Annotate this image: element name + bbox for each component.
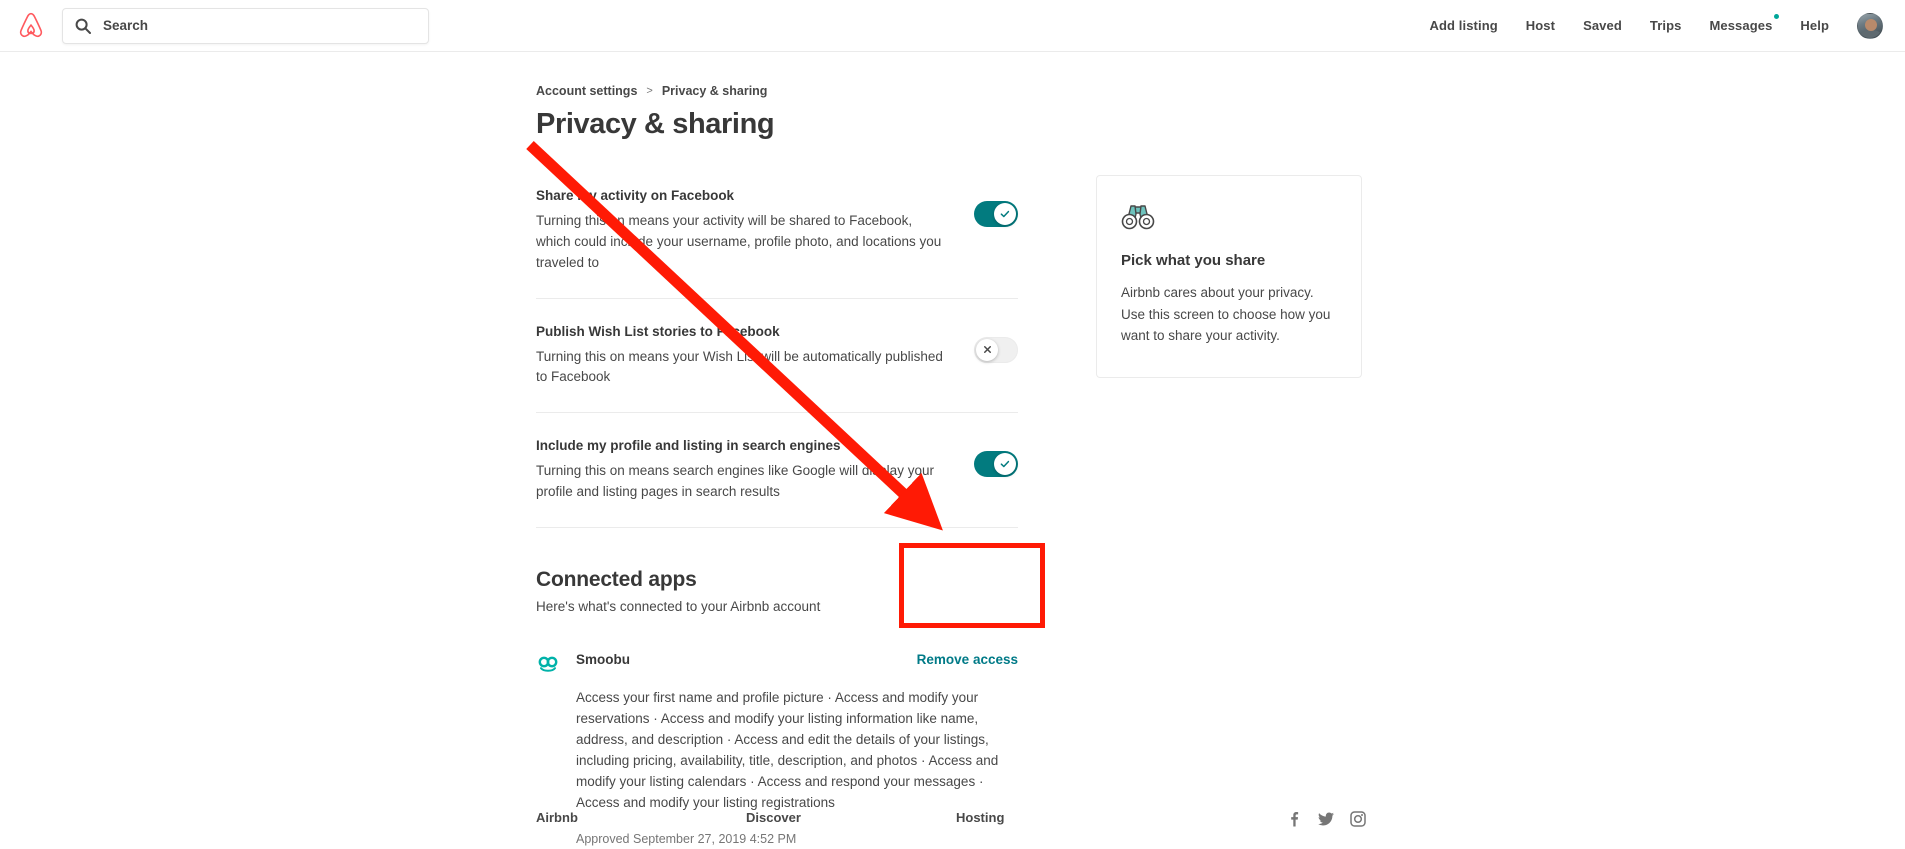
setting-description: Turning this on means search engines lik… (536, 463, 934, 500)
header-nav: Add listing Host Saved Trips Messages He… (1416, 10, 1905, 41)
footer-heading: Discover (746, 810, 801, 825)
toggle-share-activity-facebook[interactable] (974, 201, 1018, 227)
nav-item-add-listing[interactable]: Add listing (1416, 10, 1512, 41)
annotation-highlight-box (899, 543, 1045, 628)
smoobu-logo-icon (538, 656, 558, 672)
info-card: Pick what you share Airbnb cares about y… (1096, 175, 1362, 378)
breadcrumb-current: Privacy & sharing (661, 84, 768, 98)
setting-description: Turning this on means your activity will… (536, 212, 942, 270)
setting-text: Include my profile and listing in search… (536, 437, 974, 503)
main-column: Account settings > Privacy & sharing Pri… (536, 84, 1018, 849)
avatar-face (1865, 18, 1877, 31)
privacy-settings-list: Share my activity on Facebook Turning th… (536, 187, 1018, 529)
site-footer: Airbnb Discover Hosting (536, 810, 1366, 827)
binoculars-icon (1121, 205, 1155, 230)
avatar-body (1860, 29, 1882, 38)
setting-row: Share my activity on Facebook Turning th… (536, 187, 1018, 299)
site-header: Add listing Host Saved Trips Messages He… (0, 0, 1905, 52)
toggle-knob (994, 203, 1016, 225)
search-input[interactable] (103, 18, 416, 33)
footer-heading: Hosting (956, 810, 1005, 825)
connected-app-approved-date: Approved September 27, 2019 4:52 PM (576, 831, 797, 846)
toggle-wrap (974, 437, 1018, 478)
toggle-include-profile-search-engines[interactable] (974, 451, 1018, 478)
nav-item-saved[interactable]: Saved (1569, 10, 1636, 41)
connected-app-name: Smoobu (576, 652, 630, 668)
nav-label: Messages (1709, 18, 1773, 33)
breadcrumb-separator-icon: > (646, 85, 653, 97)
facebook-icon[interactable] (1286, 811, 1302, 827)
setting-description: Turning this on means your Wish List wil… (536, 348, 943, 385)
toggle-knob (976, 338, 998, 361)
footer-column-discover: Discover (746, 810, 956, 825)
check-icon (1000, 461, 1010, 468)
page-root: Add listing Host Saved Trips Messages He… (0, 0, 1905, 849)
setting-title: Include my profile and listing in search… (536, 438, 841, 454)
messages-unread-dot (1774, 14, 1780, 19)
remove-access-button[interactable]: Remove access (917, 652, 1018, 667)
footer-column-hosting: Hosting (956, 810, 1166, 825)
nav-item-help[interactable]: Help (1786, 10, 1843, 41)
footer-column-airbnb: Airbnb (536, 810, 746, 825)
toggle-publish-wishlist-facebook[interactable] (974, 336, 1018, 363)
twitter-icon[interactable] (1318, 811, 1334, 827)
avatar[interactable] (1857, 12, 1883, 39)
breadcrumb: Account settings > Privacy & sharing (536, 84, 1018, 98)
footer-social-links (1286, 810, 1366, 827)
close-icon (983, 346, 991, 354)
instagram-icon[interactable] (1350, 811, 1366, 827)
airbnb-belo-logo-icon (19, 12, 43, 37)
nav-label: Add listing (1429, 18, 1498, 33)
setting-row: Publish Wish List stories to Facebook Tu… (536, 299, 1018, 414)
setting-title: Share my activity on Facebook (536, 188, 735, 203)
nav-label: Trips (1649, 18, 1682, 33)
side-column: Pick what you share Airbnb cares about y… (1096, 175, 1362, 378)
nav-item-trips[interactable]: Trips (1636, 10, 1696, 41)
nav-item-messages[interactable]: Messages (1695, 10, 1786, 41)
setting-row: Include my profile and listing in search… (536, 413, 1018, 529)
setting-text: Publish Wish List stories to Facebook Tu… (536, 323, 974, 389)
search-icon (75, 18, 91, 34)
setting-text: Share my activity on Facebook Turning th… (536, 187, 974, 274)
info-card-description: Airbnb cares about your privacy. Use thi… (1121, 285, 1331, 344)
setting-title: Publish Wish List stories to Facebook (536, 323, 780, 339)
nav-label: Help (1800, 18, 1829, 33)
nav-item-host[interactable]: Host (1512, 10, 1569, 41)
footer-heading: Airbnb (536, 810, 578, 825)
airbnb-logo-link[interactable] (0, 0, 62, 52)
toggle-wrap (974, 187, 1018, 227)
nav-label: Host (1525, 18, 1556, 33)
toggle-wrap (974, 323, 1018, 363)
connected-app-header: Smoobu Remove access (536, 652, 1018, 677)
info-card-title: Pick what you share (1121, 252, 1266, 269)
search-box[interactable] (62, 7, 429, 44)
page-title: Privacy & sharing (536, 108, 775, 140)
breadcrumb-account-settings[interactable]: Account settings (536, 84, 637, 98)
check-icon (1000, 210, 1010, 218)
connected-app-scopes: Access your first name and profile pictu… (576, 690, 999, 810)
nav-label: Saved (1583, 18, 1622, 33)
toggle-knob (994, 453, 1016, 476)
